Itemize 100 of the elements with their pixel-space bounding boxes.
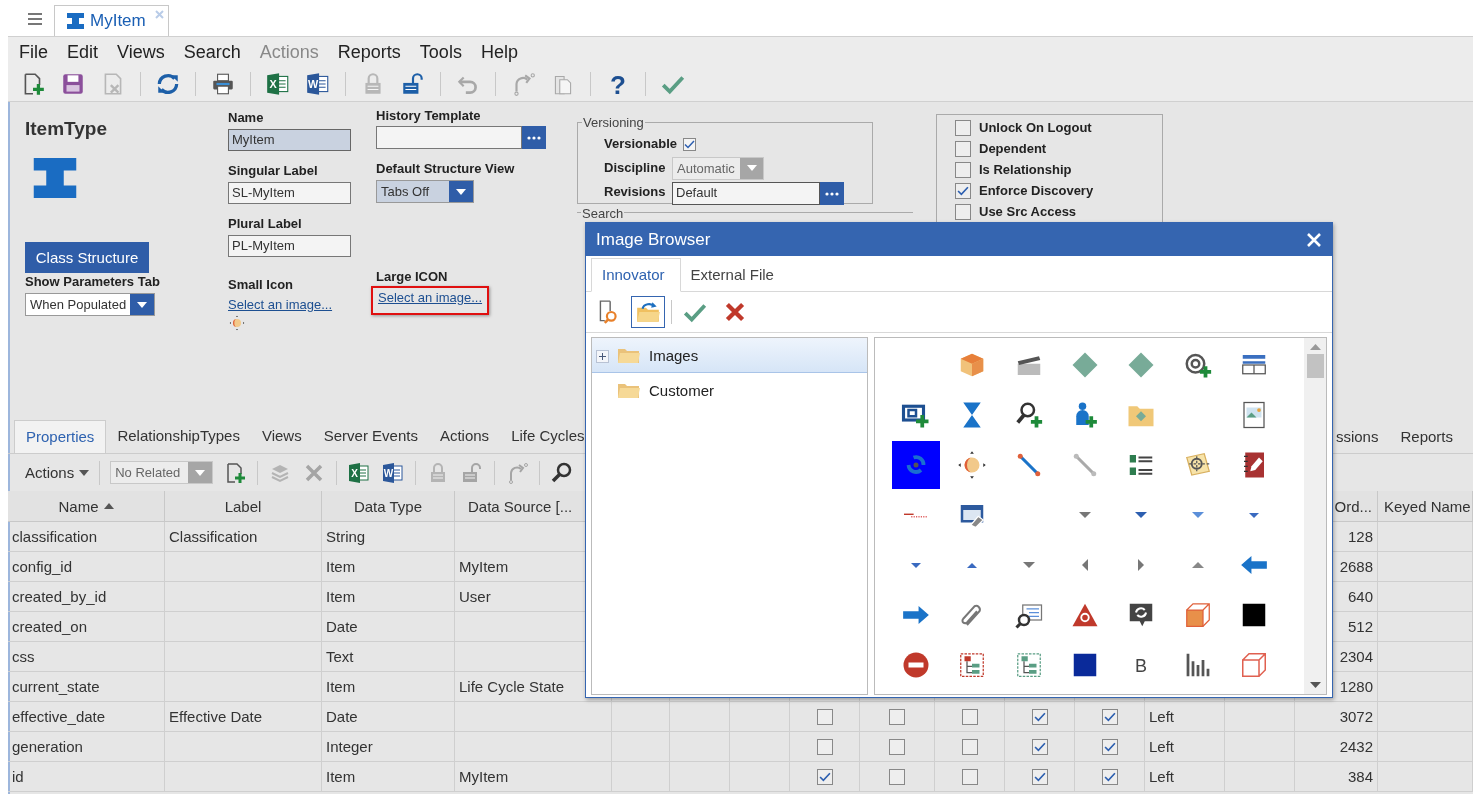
checkbox-label: Unlock On Logout xyxy=(979,120,1092,135)
checkbox[interactable] xyxy=(1031,768,1048,785)
select-image-link[interactable]: Select an image... xyxy=(378,290,483,305)
caret-down-icon xyxy=(746,165,757,171)
checkbox[interactable] xyxy=(955,140,971,157)
table-cell: 384 xyxy=(1295,762,1378,792)
menu-icon[interactable] xyxy=(28,13,42,25)
checkbox[interactable] xyxy=(961,768,978,785)
image-tile[interactable] xyxy=(892,441,941,489)
select-image-link[interactable]: Select an image... xyxy=(228,297,376,312)
caret-down-icon xyxy=(1191,512,1204,518)
dropdown[interactable]: When Populated xyxy=(25,293,156,316)
table-cell: config_id xyxy=(8,552,165,582)
checkbox[interactable] xyxy=(816,738,833,755)
checkbox[interactable] xyxy=(816,768,833,785)
expand-icon[interactable] xyxy=(596,349,609,363)
ellipsis-icon xyxy=(825,191,839,196)
tab[interactable]: Views xyxy=(250,420,313,452)
table-cell: Date xyxy=(322,612,455,642)
menu-item[interactable]: Help xyxy=(480,41,518,63)
ellipsis-button[interactable] xyxy=(522,126,546,149)
menu-item[interactable]: Search xyxy=(183,41,241,63)
folder-icon xyxy=(617,381,641,399)
caret-down-icon xyxy=(1135,512,1148,518)
name-field[interactable]: MyItem xyxy=(228,129,351,151)
field-label: Small Icon xyxy=(228,277,295,292)
input-field[interactable]: PL-MyItem xyxy=(228,235,351,257)
tab[interactable]: External File xyxy=(680,259,789,291)
document-tab[interactable]: MyItem xyxy=(54,5,169,36)
checkbox[interactable] xyxy=(889,708,905,725)
save-icon[interactable] xyxy=(60,71,86,97)
checkbox[interactable] xyxy=(955,119,971,136)
history-template-field[interactable] xyxy=(376,126,522,149)
checkbox[interactable] xyxy=(816,708,833,725)
caret-down-icon xyxy=(911,562,922,568)
ellipsis-button[interactable] xyxy=(820,182,844,205)
caret-up-icon xyxy=(967,562,978,568)
checkbox[interactable] xyxy=(961,738,978,755)
checkbox[interactable] xyxy=(955,161,971,178)
scroll-thumb[interactable] xyxy=(1306,354,1324,378)
folder-item[interactable]: Images xyxy=(592,338,867,373)
unlock-icon[interactable] xyxy=(400,71,426,97)
checkbox[interactable] xyxy=(889,738,905,755)
column-header[interactable]: Name xyxy=(8,491,165,522)
field-label: Large ICON xyxy=(376,269,449,284)
tab[interactable]: Server Events xyxy=(312,420,429,452)
checkbox[interactable] xyxy=(955,203,971,220)
actions-menu[interactable]: Actions xyxy=(25,464,90,481)
scrollbar[interactable] xyxy=(1304,338,1326,694)
checkbox[interactable] xyxy=(889,768,905,785)
dropdown[interactable]: Tabs Off xyxy=(376,180,474,203)
checkbox[interactable] xyxy=(1031,708,1048,725)
menu-item[interactable]: Reports xyxy=(337,41,401,63)
column-header[interactable]: Keyed Name xyxy=(1378,491,1473,522)
folder-item[interactable]: Customer xyxy=(592,373,867,407)
caret-down-icon xyxy=(137,301,148,308)
checkbox[interactable] xyxy=(1101,768,1118,785)
scroll-up-icon[interactable] xyxy=(1309,344,1321,350)
menu-item[interactable]: Views xyxy=(117,41,165,63)
scribble-icon xyxy=(904,512,929,518)
checkbox[interactable] xyxy=(1101,738,1118,755)
orbit-icon xyxy=(957,450,988,480)
tab[interactable]: Innovator xyxy=(591,258,681,292)
table-cell: generation xyxy=(8,732,165,762)
toolbar-button[interactable] xyxy=(631,296,665,328)
revisions-field[interactable]: Default xyxy=(672,182,820,205)
table-cell: Date xyxy=(322,702,455,732)
tab[interactable]: RelationshipTypes xyxy=(106,420,251,452)
tab[interactable]: Properties xyxy=(14,420,107,453)
column-header[interactable]: Label xyxy=(165,491,322,522)
image-tile[interactable]: B xyxy=(1117,641,1166,689)
printer-icon[interactable] xyxy=(210,71,236,97)
checkbox[interactable] xyxy=(683,137,696,151)
table-cell: Integer xyxy=(322,732,455,762)
refresh-icon[interactable] xyxy=(155,71,181,97)
table-cell: MyItem xyxy=(455,762,612,792)
checkbox[interactable] xyxy=(1101,708,1118,725)
caret-up-icon xyxy=(1191,562,1204,568)
group-legend: Versioning xyxy=(582,115,645,130)
tab[interactable]: Actions xyxy=(428,420,501,452)
tab[interactable]: Reports xyxy=(1389,421,1464,453)
letter-icon: B xyxy=(1131,653,1152,677)
field-label: Revisions xyxy=(604,184,666,200)
menu-item[interactable]: Tools xyxy=(419,41,462,63)
column-header[interactable]: Data Type xyxy=(322,491,455,522)
caret-down-icon xyxy=(1248,512,1259,518)
table-cell: Left xyxy=(1145,702,1225,732)
class-structure-button[interactable]: Class Structure xyxy=(25,242,149,273)
menu-item[interactable]: File xyxy=(19,41,48,63)
checkbox[interactable] xyxy=(961,708,978,725)
help-icon[interactable]: ? xyxy=(605,71,631,97)
caret-down-icon xyxy=(456,188,466,195)
scroll-down-icon[interactable] xyxy=(1309,682,1321,688)
dialog-title: Image Browser xyxy=(596,229,711,250)
checkbox[interactable] xyxy=(955,182,971,199)
input-field[interactable]: SL-MyItem xyxy=(228,182,351,204)
menu-item[interactable]: Edit xyxy=(67,41,99,63)
table-cell: classification xyxy=(8,522,165,552)
caret-right-icon xyxy=(1138,559,1145,571)
checkbox[interactable] xyxy=(1031,738,1048,755)
